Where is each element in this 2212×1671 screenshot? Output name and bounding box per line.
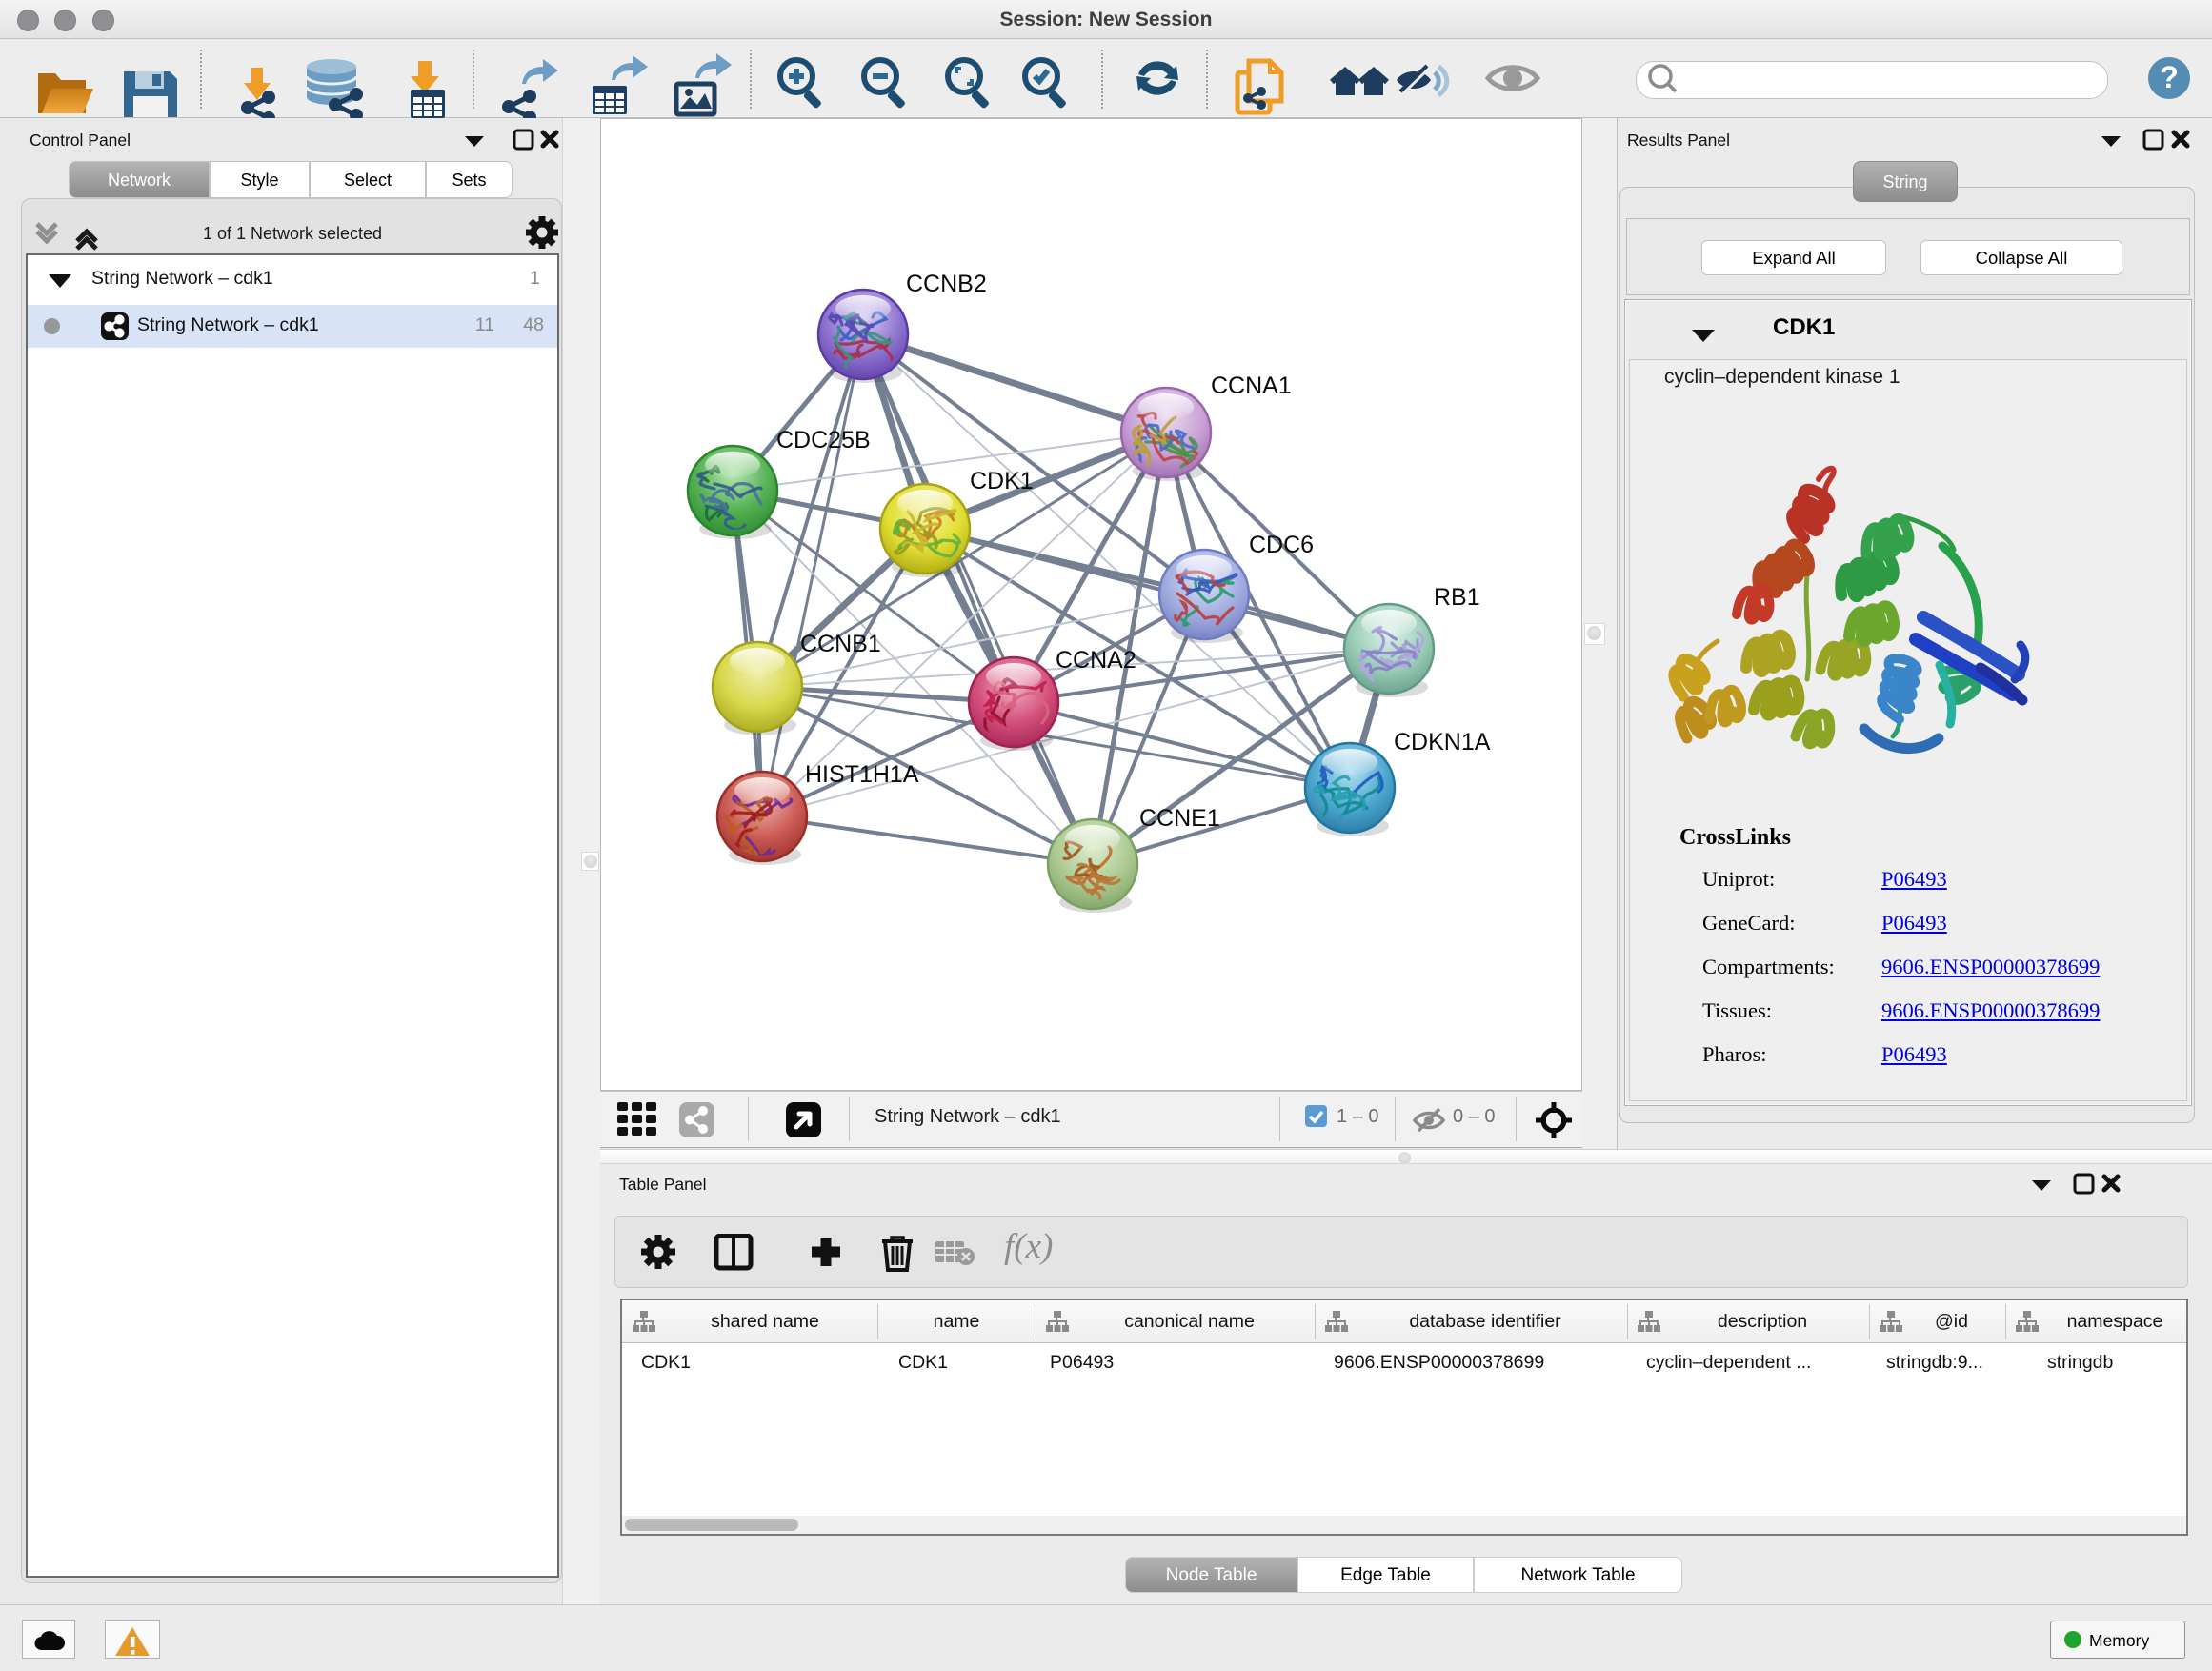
svg-text:CCNE1: CCNE1 <box>1139 805 1220 832</box>
svg-text:RB1: RB1 <box>1434 584 1480 611</box>
svg-text:CCNB1: CCNB1 <box>800 631 881 657</box>
svg-text:CCNB2: CCNB2 <box>906 271 987 297</box>
svg-text:CDKN1A: CDKN1A <box>1394 729 1491 755</box>
svg-text:?: ? <box>2160 60 2179 94</box>
svg-text:CCNA2: CCNA2 <box>1056 647 1136 674</box>
svg-text:CCNA1: CCNA1 <box>1211 372 1292 399</box>
svg-text:HIST1H1A: HIST1H1A <box>805 761 919 788</box>
svg-text:CDK1: CDK1 <box>970 468 1034 494</box>
svg-text:CDC25B: CDC25B <box>776 427 871 453</box>
svg-text:CDC6: CDC6 <box>1249 532 1314 558</box>
